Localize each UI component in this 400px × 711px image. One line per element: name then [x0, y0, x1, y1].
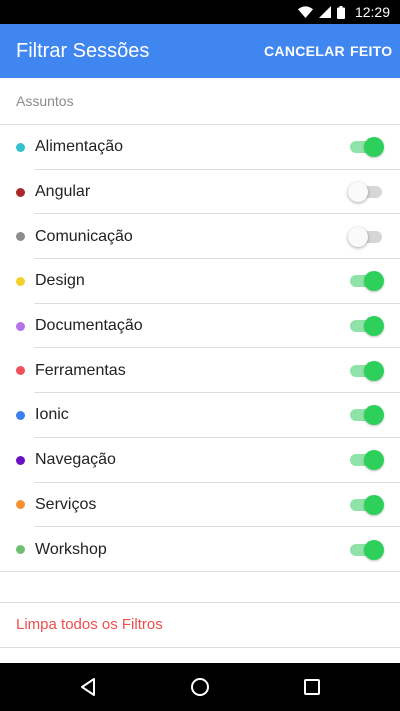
- topic-toggle[interactable]: [348, 181, 384, 203]
- topic-row: Angular: [0, 170, 400, 215]
- topic-label: Design: [35, 272, 85, 290]
- recent-apps-icon[interactable]: [300, 675, 324, 699]
- topic-label: Documentação: [35, 317, 143, 335]
- toggle-knob: [364, 494, 384, 515]
- topic-toggle[interactable]: [348, 539, 384, 561]
- status-time: 12:29: [354, 4, 390, 20]
- topic-row: Workshop: [0, 527, 400, 572]
- topic-color-dot: [16, 187, 25, 197]
- topic-toggle[interactable]: [348, 136, 384, 158]
- topic-color-dot: [16, 500, 25, 510]
- topic-color-dot: [16, 545, 25, 555]
- topic-row: Serviços: [0, 483, 400, 528]
- page-title: Filtrar Sessões: [16, 39, 150, 62]
- status-bar: 12:29: [0, 0, 400, 24]
- section-header: Assuntos: [0, 78, 400, 125]
- topic-toggle[interactable]: [348, 226, 384, 248]
- wifi-icon: [297, 6, 313, 18]
- topic-color-dot: [16, 410, 25, 420]
- system-nav-bar: [0, 663, 400, 711]
- row-divider: [0, 570, 400, 572]
- topic-label: Workshop: [35, 540, 107, 558]
- toggle-knob: [364, 316, 384, 337]
- topic-row: Ionic: [0, 393, 400, 438]
- topic-label: Navegação: [35, 451, 116, 469]
- list-spacer: [0, 572, 400, 603]
- topic-label: Alimentação: [35, 138, 124, 156]
- topic-row: Ferramentas: [0, 348, 400, 394]
- topic-label: Comunicação: [35, 227, 133, 245]
- toggle-knob: [348, 182, 368, 203]
- filter-content: Assuntos Alimentação Angular Comunicação…: [0, 78, 400, 648]
- toggle-knob: [364, 450, 384, 471]
- toggle-knob: [364, 137, 384, 158]
- toggle-knob: [364, 360, 384, 381]
- topic-toggle[interactable]: [348, 360, 384, 382]
- toggle-knob: [364, 539, 384, 560]
- topic-toggle[interactable]: [348, 315, 384, 337]
- topic-toggle[interactable]: [348, 494, 384, 516]
- topic-toggle[interactable]: [348, 449, 384, 471]
- toggle-knob: [364, 405, 384, 426]
- topic-label: Ferramentas: [35, 361, 126, 379]
- topic-label: Serviços: [35, 495, 97, 513]
- done-button[interactable]: FEITO: [350, 24, 392, 78]
- clear-filters-button[interactable]: Limpa todos os Filtros: [0, 603, 400, 648]
- topic-color-dot: [16, 455, 25, 465]
- topic-list: Alimentação Angular Comunicação Design D…: [0, 125, 400, 572]
- topic-row: Documentação: [0, 304, 400, 349]
- toggle-knob: [348, 226, 368, 247]
- back-icon[interactable]: [76, 675, 100, 699]
- topic-label: Ionic: [35, 406, 69, 424]
- topic-color-dot: [16, 321, 25, 331]
- home-icon[interactable]: [188, 675, 212, 699]
- topic-toggle[interactable]: [348, 270, 384, 292]
- topic-toggle[interactable]: [348, 404, 384, 426]
- topic-row: Alimentação: [0, 125, 400, 170]
- cancel-button[interactable]: CANCELAR: [264, 24, 345, 78]
- topic-row: Navegação: [0, 438, 400, 483]
- toggle-knob: [364, 271, 384, 292]
- topic-label: Angular: [35, 183, 91, 201]
- topic-color-dot: [16, 142, 25, 152]
- topic-color-dot: [16, 366, 25, 376]
- topic-color-dot: [16, 276, 25, 286]
- toolbar: Filtrar Sessões CANCELAR FEITO: [0, 24, 400, 78]
- topic-color-dot: [16, 232, 25, 242]
- topic-row: Comunicação: [0, 214, 400, 260]
- battery-icon: [336, 5, 345, 19]
- topic-row: Design: [0, 259, 400, 304]
- cell-signal-icon: [318, 6, 331, 18]
